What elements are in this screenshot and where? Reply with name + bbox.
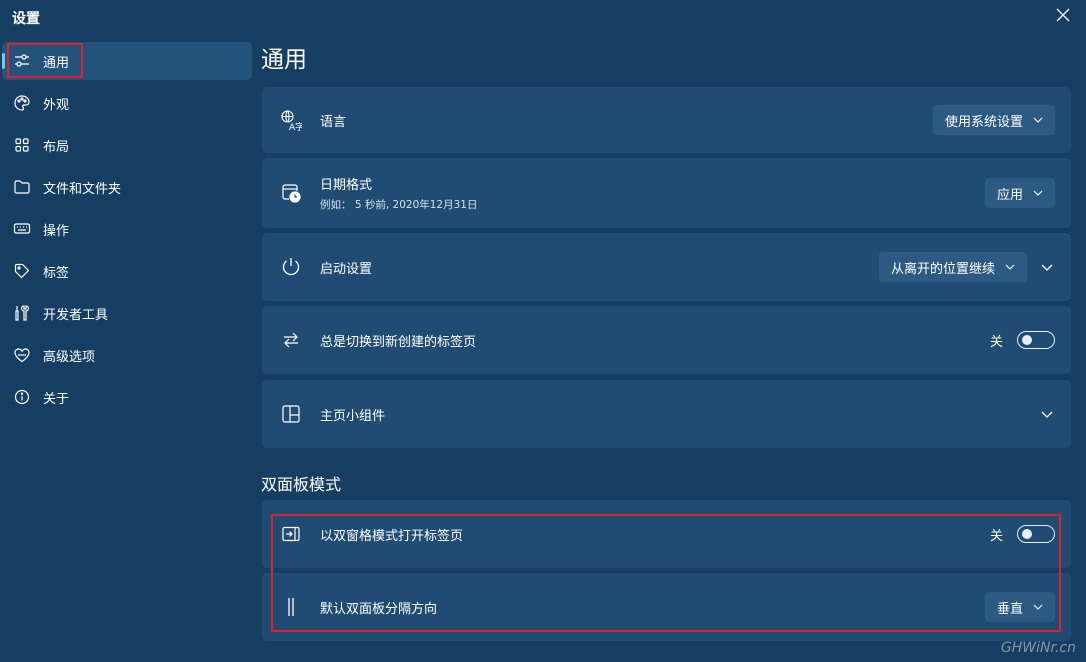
setting-card-language: A字 语言 使用系统设置 bbox=[262, 87, 1071, 153]
sidebar-item-label: 操作 bbox=[43, 223, 70, 239]
sidebar-item-files-folders[interactable]: 文件和文件夹 bbox=[2, 168, 252, 206]
dropdown-value: 使用系统设置 bbox=[944, 114, 1023, 130]
date-format-dropdown[interactable]: 应用 bbox=[984, 178, 1055, 208]
active-indicator bbox=[2, 53, 5, 69]
power-icon bbox=[280, 256, 302, 278]
page-title: 通用 bbox=[261, 47, 307, 73]
highlight-box-dual-pane bbox=[271, 514, 1061, 632]
chevron-down-icon bbox=[1033, 117, 1043, 123]
close-icon bbox=[1056, 8, 1070, 22]
setting-card-startup[interactable]: 启动设置 从离开的位置继续 bbox=[262, 233, 1071, 301]
folder-icon bbox=[12, 177, 32, 197]
window-title: 设置 bbox=[12, 11, 40, 27]
chevron-down-icon bbox=[1033, 190, 1043, 196]
tag-icon bbox=[12, 261, 32, 281]
close-button[interactable] bbox=[1050, 2, 1076, 28]
sidebar-item-layout[interactable]: 布局 bbox=[2, 126, 252, 164]
sidebar-item-label: 文件和文件夹 bbox=[43, 181, 122, 197]
sidebar-item-actions[interactable]: 操作 bbox=[2, 210, 252, 248]
setting-card-date-format: 日期格式 例如： 5 秒前, 2020年12月31日 应用 bbox=[262, 158, 1071, 228]
sidebar-nav: 通用 外观 布局 文件和文件夹 操作 标签 开发者工具 高级选项 关于 bbox=[0, 42, 252, 420]
sidebar-item-label: 关于 bbox=[43, 391, 70, 407]
sidebar-item-label: 高级选项 bbox=[43, 349, 96, 365]
svg-text:A字: A字 bbox=[289, 121, 302, 131]
sidebar-item-label: 标签 bbox=[43, 265, 70, 281]
startup-dropdown[interactable]: 从离开的位置继续 bbox=[878, 252, 1027, 282]
setting-card-widgets[interactable]: 主页小组件 bbox=[262, 380, 1071, 448]
date-format-example: 例如： 5 秒前, 2020年12月31日 bbox=[320, 199, 478, 211]
sidebar-item-appearance[interactable]: 外观 bbox=[2, 84, 252, 122]
tools-icon bbox=[12, 303, 32, 323]
keyboard-icon bbox=[12, 219, 32, 239]
sidebar-item-dev-tools[interactable]: 开发者工具 bbox=[2, 294, 252, 332]
language-dropdown[interactable]: 使用系统设置 bbox=[932, 105, 1055, 135]
chevron-down-icon bbox=[1005, 264, 1015, 270]
sidebar-item-tags[interactable]: 标签 bbox=[2, 252, 252, 290]
setting-card-switch-tab: 总是切换到新创建的标签页 关 bbox=[262, 306, 1071, 374]
dropdown-value: 应用 bbox=[996, 187, 1023, 203]
expand-chevron-icon[interactable] bbox=[1037, 257, 1057, 277]
watermark: GHWiNr.cn bbox=[1000, 640, 1076, 656]
grid-icon bbox=[12, 135, 32, 155]
switch-tab-toggle[interactable] bbox=[1017, 331, 1055, 349]
sidebar-item-advanced[interactable]: 高级选项 bbox=[2, 336, 252, 374]
sidebar-item-about[interactable]: 关于 bbox=[2, 378, 252, 416]
setting-label: 语言 bbox=[320, 114, 347, 130]
advanced-icon bbox=[12, 345, 32, 365]
calendar-clock-icon bbox=[280, 182, 302, 204]
setting-label: 启动设置 bbox=[320, 261, 373, 277]
widgets-icon bbox=[280, 403, 302, 425]
palette-icon bbox=[12, 93, 32, 113]
language-icon: A字 bbox=[280, 109, 302, 131]
section-title-dual-pane: 双面板模式 bbox=[261, 475, 342, 494]
toggle-knob bbox=[1022, 335, 1032, 345]
expand-chevron-icon[interactable] bbox=[1037, 404, 1057, 424]
sidebar-item-label: 布局 bbox=[43, 139, 70, 155]
setting-label: 日期格式 bbox=[320, 178, 373, 193]
setting-label: 主页小组件 bbox=[320, 408, 386, 424]
dropdown-value: 从离开的位置继续 bbox=[890, 261, 995, 277]
toggle-state-label: 关 bbox=[989, 334, 1003, 350]
sidebar-item-label: 外观 bbox=[43, 97, 70, 113]
info-icon bbox=[12, 387, 32, 407]
setting-label: 总是切换到新创建的标签页 bbox=[320, 334, 477, 350]
highlight-box-nav bbox=[7, 43, 83, 78]
sidebar-item-label: 开发者工具 bbox=[43, 307, 109, 323]
switch-arrows-icon bbox=[280, 329, 302, 351]
